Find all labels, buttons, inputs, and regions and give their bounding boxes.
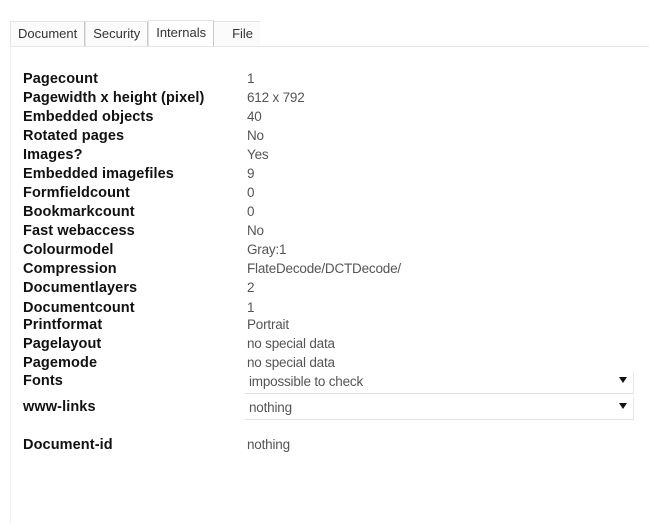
www-links-dropdown-value: nothing <box>249 400 292 415</box>
tab-strip: Document Security Internals File <box>10 20 261 46</box>
property-label: Documentcount <box>23 300 135 316</box>
property-label: Pagemode <box>23 355 98 371</box>
property-label: Formfieldcount <box>23 185 130 201</box>
property-label: Embedded imagefiles <box>23 166 174 182</box>
www-links-dropdown[interactable]: nothing <box>245 397 634 420</box>
property-label: Compression <box>23 261 117 277</box>
tab-security[interactable]: Security <box>85 21 149 46</box>
property-label: Colourmodel <box>23 242 114 258</box>
property-value: No <box>247 223 264 238</box>
tab-internals[interactable]: Internals <box>148 20 215 46</box>
property-label: Bookmarkcount <box>23 204 135 220</box>
property-value: No <box>247 128 264 143</box>
property-value: Portrait <box>247 317 289 332</box>
property-label: Embedded objects <box>23 109 154 125</box>
property-value: Yes <box>247 147 269 162</box>
property-value: 2 <box>247 280 255 295</box>
property-label: www-links <box>23 399 96 415</box>
dropdown-arrow-icon[interactable] <box>619 377 627 383</box>
property-label: Documentlayers <box>23 280 138 296</box>
pdf-properties-window: Document Security Internals File Pagecou… <box>0 0 649 523</box>
property-value: 612 x 792 <box>247 90 305 105</box>
property-value: 9 <box>247 166 255 181</box>
dropdown-arrow-icon[interactable] <box>619 403 627 409</box>
property-value: nothing <box>247 437 290 452</box>
property-value: FlateDecode/DCTDecode/ <box>247 261 401 276</box>
property-label: Fonts <box>23 373 63 389</box>
property-label: Pagelayout <box>23 336 102 352</box>
property-value: no special data <box>247 336 335 351</box>
property-value: 0 <box>247 204 255 219</box>
property-label: Printformat <box>23 317 103 333</box>
property-value: 1 <box>247 300 255 315</box>
tab-document[interactable]: Document <box>10 21 86 46</box>
property-label: Rotated pages <box>23 128 125 144</box>
property-label: Pagewidth x height (pixel) <box>23 90 205 106</box>
property-label: Document-id <box>23 437 113 453</box>
property-label: Fast webaccess <box>23 223 135 239</box>
tab-file[interactable]: File <box>214 21 261 46</box>
fonts-dropdown[interactable]: impossible to check <box>245 371 634 394</box>
property-value: no special data <box>247 355 335 370</box>
property-value: 1 <box>247 71 255 86</box>
property-value: Gray:1 <box>247 242 287 257</box>
fonts-dropdown-value: impossible to check <box>249 374 364 389</box>
property-label: Pagecount <box>23 71 99 87</box>
property-value: 40 <box>247 109 262 124</box>
property-label: Images? <box>23 147 83 163</box>
property-value: 0 <box>247 185 255 200</box>
